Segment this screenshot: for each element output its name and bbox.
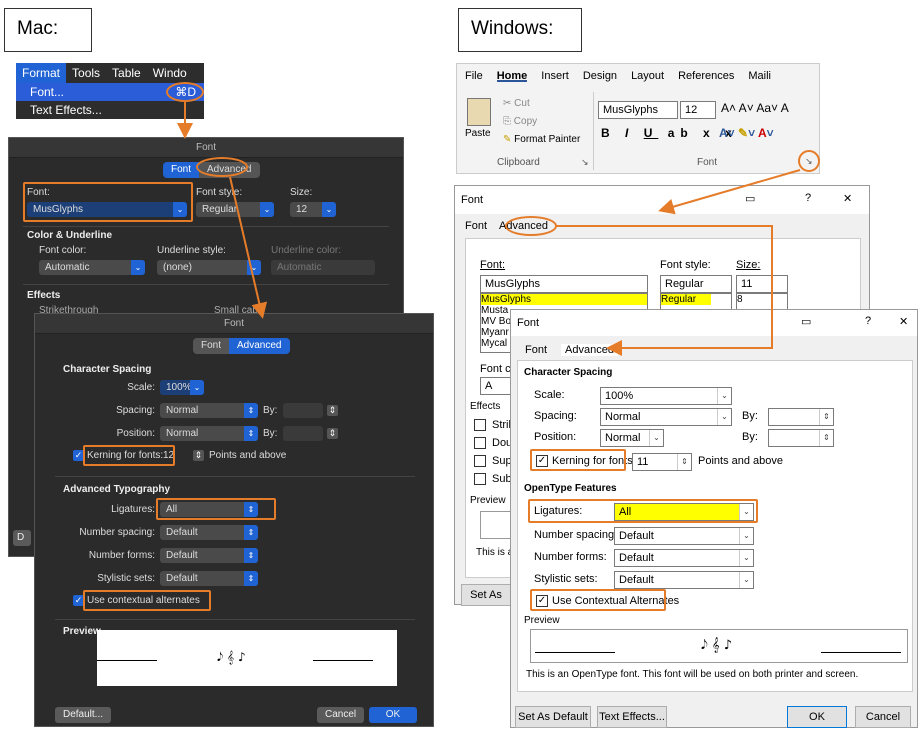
arrow-launcher-to-dialog: [658, 169, 801, 215]
arrow-advanced-tab-win: [556, 225, 773, 356]
annotation-arrows: [177, 102, 801, 356]
arrow-advanced-tab: [229, 176, 268, 319]
